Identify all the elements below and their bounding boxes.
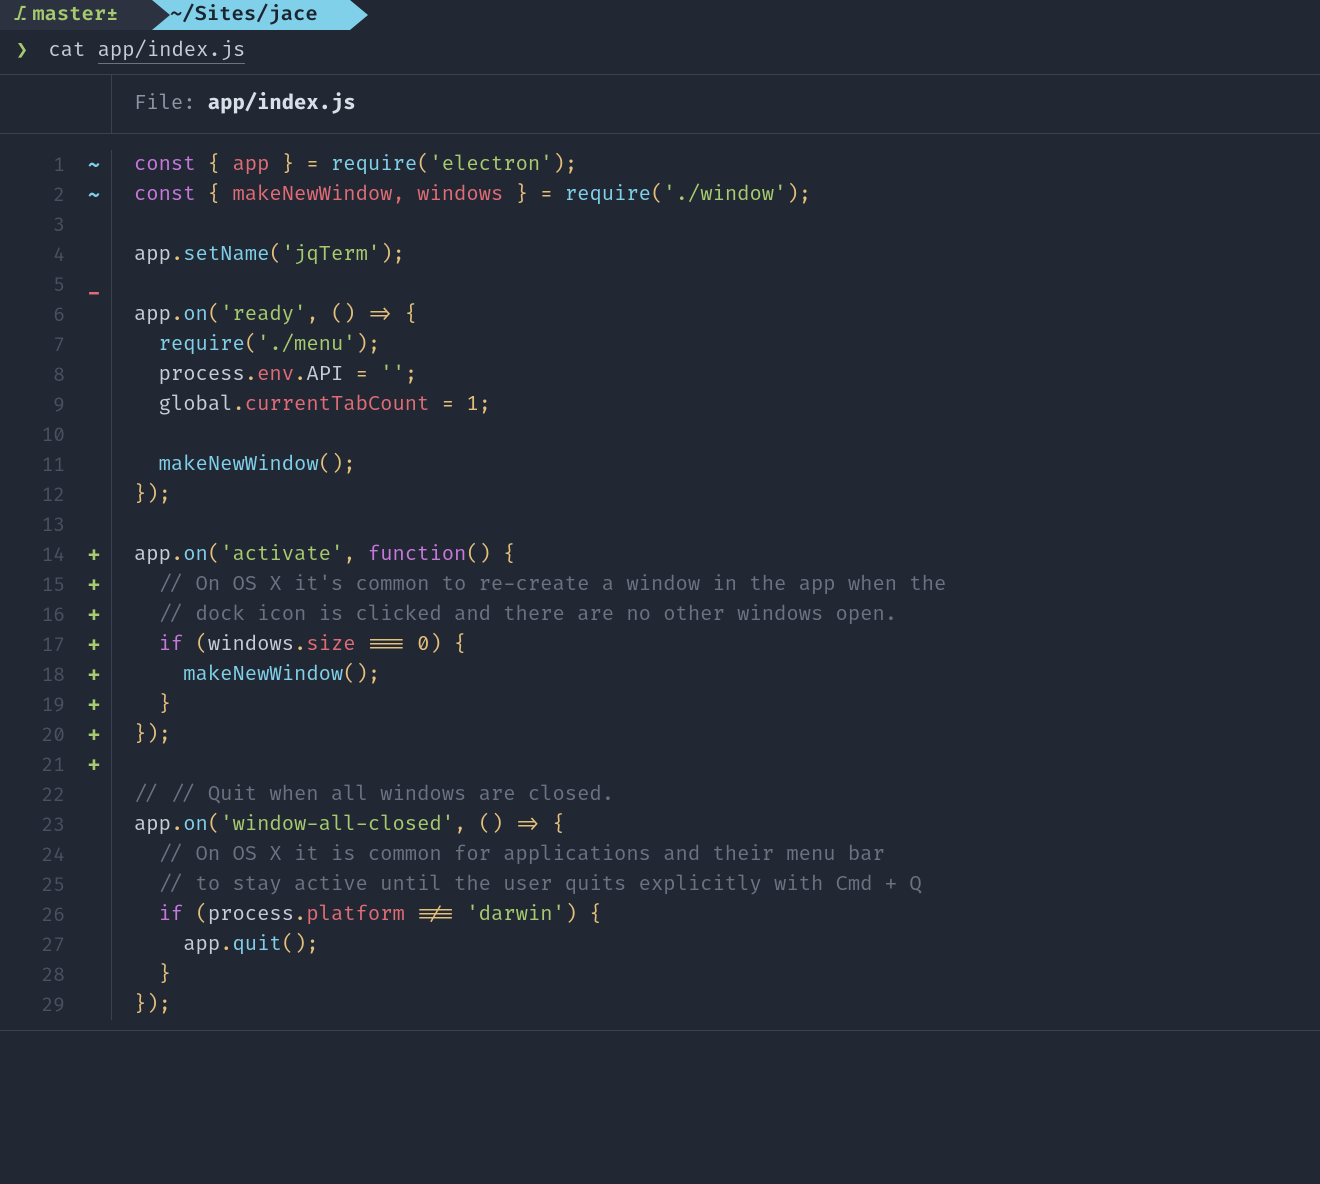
diff-marker-icon: ~	[85, 181, 103, 210]
code-line: 10	[0, 420, 1320, 450]
code-line: 14+ app.on('activate', function() {	[0, 540, 1320, 570]
diff-marker-icon: +	[85, 751, 103, 780]
diff-marker-icon: +	[85, 631, 103, 660]
line-number: 17	[25, 631, 65, 660]
code-line: 7 require('./menu');	[0, 330, 1320, 360]
code-line: 8 process.env.API = '';	[0, 360, 1320, 390]
code-line: 5_	[0, 270, 1320, 300]
diff-marker-icon: +	[85, 571, 103, 600]
code-line: 15+ // On OS X it's common to re-create …	[0, 570, 1320, 600]
diff-marker-icon: +	[85, 601, 103, 630]
line-number: 9	[25, 391, 65, 420]
diff-marker-icon: _	[85, 271, 103, 300]
code-viewer[interactable]: 1~ const { app } = require('electron'); …	[0, 134, 1320, 1031]
code-line: 28 }	[0, 960, 1320, 990]
line-number: 28	[25, 961, 65, 990]
line-number: 26	[25, 901, 65, 930]
code-line: 12 });	[0, 480, 1320, 510]
code-line: 27 app.quit();	[0, 930, 1320, 960]
line-number: 23	[25, 811, 65, 840]
path-segment: ~/Sites/jace	[140, 0, 350, 30]
code-line: 24 // On OS X it is common for applicati…	[0, 840, 1320, 870]
code-line: 19+ }	[0, 690, 1320, 720]
code-line: 23 app.on('window-all-closed', () => {	[0, 810, 1320, 840]
code-line: 29 });	[0, 990, 1320, 1020]
line-number: 15	[25, 571, 65, 600]
branch-segment: ⎇master±	[0, 0, 152, 30]
line-number: 21	[25, 751, 65, 780]
code-line: 26 if (process.platform !== 'darwin') {	[0, 900, 1320, 930]
line-number: 3	[25, 211, 65, 240]
cwd-path: ~/Sites/jace	[170, 3, 318, 27]
code-line: 3	[0, 210, 1320, 240]
line-number: 14	[25, 541, 65, 570]
branch-name: master±	[32, 3, 118, 27]
code-line: 25 // to stay active until the user quit…	[0, 870, 1320, 900]
line-number: 24	[25, 841, 65, 870]
line-number: 22	[25, 781, 65, 810]
code-line: 18+ makeNewWindow();	[0, 660, 1320, 690]
line-number: 1	[25, 151, 65, 180]
line-number: 5	[25, 271, 65, 300]
code-line: 20+ });	[0, 720, 1320, 750]
file-name: app/index.js	[208, 92, 356, 116]
file-label: File:	[134, 92, 208, 116]
line-number: 10	[25, 421, 65, 450]
line-number: 20	[25, 721, 65, 750]
command: cat	[48, 39, 85, 63]
line-number: 19	[25, 691, 65, 720]
code-line: 11 makeNewWindow();	[0, 450, 1320, 480]
line-number: 8	[25, 361, 65, 390]
code-line: 22 // // Quit when all windows are close…	[0, 780, 1320, 810]
code-line: 16+ // dock icon is clicked and there ar…	[0, 600, 1320, 630]
line-number: 25	[25, 871, 65, 900]
prompt-breadcrumb: ⎇master± ~/Sites/jace	[0, 0, 1320, 32]
breadcrumb-arrow-icon	[152, 0, 170, 30]
diff-marker-icon: +	[85, 541, 103, 570]
line-number: 11	[25, 451, 65, 480]
code-line: 2~ const { makeNewWindow, windows } = re…	[0, 180, 1320, 210]
line-number: 27	[25, 931, 65, 960]
line-number: 2	[25, 181, 65, 210]
line-number: 29	[25, 991, 65, 1020]
file-header: File: app/index.js	[0, 74, 1320, 134]
line-number: 4	[25, 241, 65, 270]
line-number: 6	[25, 301, 65, 330]
code-line: 13	[0, 510, 1320, 540]
code-line: 21 +	[0, 750, 1320, 780]
code-line: 4 app.setName('jqTerm');	[0, 240, 1320, 270]
diff-marker-icon: +	[85, 691, 103, 720]
code-line: 6 app.on('ready', () => {	[0, 300, 1320, 330]
code-line: 1~ const { app } = require('electron');	[0, 150, 1320, 180]
line-number: 16	[25, 601, 65, 630]
git-branch-icon: ⎇	[14, 3, 26, 27]
command-line[interactable]: ❯ cat app/index.js	[0, 32, 1320, 74]
diff-marker-icon: +	[85, 661, 103, 690]
breadcrumb-arrow-icon	[350, 0, 368, 30]
line-number: 13	[25, 511, 65, 540]
code-line: 9 global.currentTabCount = 1;	[0, 390, 1320, 420]
gutter-spacer	[0, 75, 112, 133]
code-line: 17+ if (windows.size === 0) {	[0, 630, 1320, 660]
line-number: 18	[25, 661, 65, 690]
line-number: 12	[25, 481, 65, 510]
prompt-chevron-icon: ❯	[16, 39, 28, 63]
line-number: 7	[25, 331, 65, 360]
command-arg: app/index.js	[98, 39, 246, 64]
diff-marker-icon: ~	[85, 151, 103, 180]
diff-marker-icon: +	[85, 721, 103, 750]
